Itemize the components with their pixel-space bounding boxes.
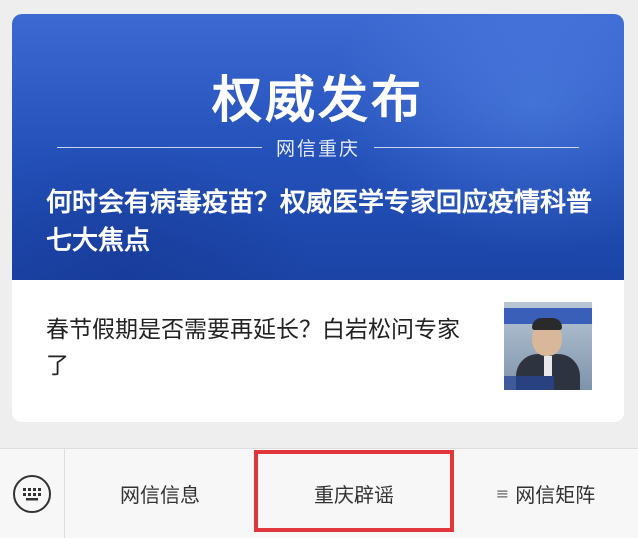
- banner-source: 网信重庆: [275, 137, 360, 160]
- divider-line-right: [374, 146, 579, 148]
- menu-icon: ≡: [495, 484, 510, 503]
- thumbnail-person-hair: [532, 318, 562, 330]
- article-thumbnail[interactable]: [504, 302, 592, 390]
- menu-tab-label: 重庆辟谣: [314, 483, 394, 507]
- menu-tab-matrix[interactable]: ≡ 网信矩阵: [453, 449, 638, 538]
- bottom-menu-bar: 网信信息 重庆辟谣 ≡ 网信矩阵: [0, 448, 638, 538]
- keyboard-toggle-button[interactable]: [0, 449, 65, 538]
- news-card: 权威发布 网信重庆 何时会有病毒疫苗？权威医学专家回应疫情科普七大焦点 春节假期…: [12, 14, 624, 422]
- banner-title: 权威发布: [212, 71, 424, 129]
- divider-line-left: [56, 146, 262, 148]
- menu-tab-label: 网信信息: [120, 483, 200, 507]
- banner-source-row: 网信重庆: [12, 132, 624, 162]
- featured-headline[interactable]: 何时会有病毒疫苗？权威医学专家回应疫情科普七大焦点: [46, 184, 606, 260]
- menu-tab-info[interactable]: 网信信息: [65, 449, 255, 538]
- featured-banner[interactable]: 权威发布 网信重庆 何时会有病毒疫苗？权威医学专家回应疫情科普七大焦点: [12, 14, 624, 280]
- menu-tab-label: 网信矩阵: [515, 483, 596, 507]
- keyboard-icon: [13, 474, 51, 513]
- menu-tab-rumor[interactable]: 重庆辟谣: [256, 449, 452, 538]
- article-title[interactable]: 春节假期是否需要再延长？白岩松问专家了: [46, 312, 476, 384]
- thumbnail-caption: [504, 376, 554, 390]
- article-item[interactable]: 春节假期是否需要再延长？白岩松问专家了: [12, 280, 624, 422]
- thumbnail-person-shirt: [544, 356, 552, 376]
